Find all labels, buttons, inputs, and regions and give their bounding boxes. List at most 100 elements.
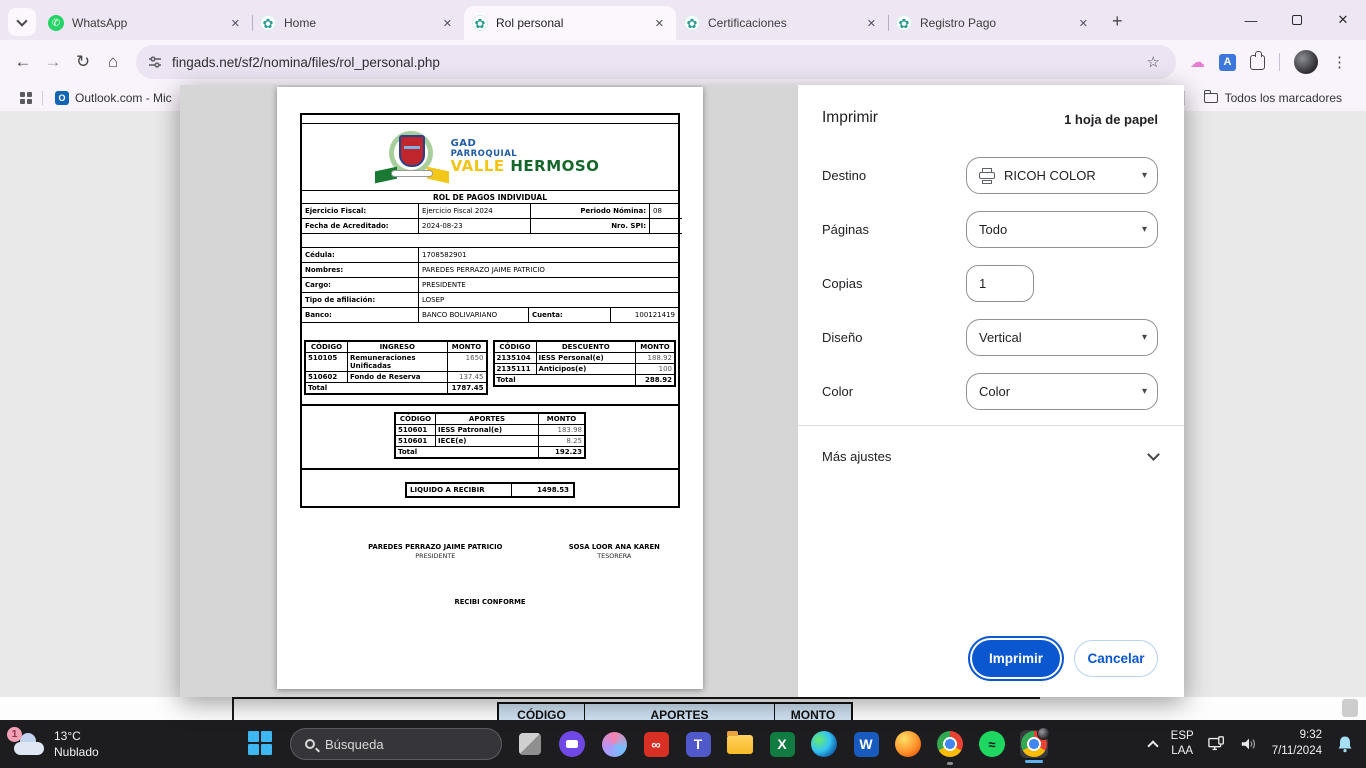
tab-strip: ✆ WhatsApp ✕ ✿ Home ✕ ✿ Rol personal ✕ ✿… (0, 0, 1366, 40)
excel-icon[interactable]: X (768, 730, 796, 758)
page-scrollbar[interactable] (1342, 699, 1358, 717)
taskbar-weather-widget[interactable]: 1 13°C Nublado (12, 728, 212, 760)
bookmark-star-icon[interactable]: ☆ (1143, 53, 1164, 71)
profile-avatar[interactable] (1294, 50, 1318, 74)
clock[interactable]: 9:32 7/11/2024 (1272, 728, 1322, 759)
tab-registro-pago[interactable]: ✿ Registro Pago ✕ (888, 6, 1100, 40)
tab-search-button[interactable] (8, 8, 36, 36)
column-header: APORTES (436, 414, 539, 424)
maximize-button[interactable] (1274, 0, 1320, 40)
table-row: 510601 IESS Patronal(e) 183.98 (396, 425, 584, 436)
total-row: Total 288.92 (495, 375, 675, 385)
notification-badge: 1 (7, 727, 22, 742)
value: BANCO BOLIVARIANO (419, 308, 529, 322)
value: 1498.53 (512, 484, 573, 496)
org-logo: GAD PARROQUIAL VALLE HERMOSO (302, 124, 678, 191)
column-header: CÓDIGO (495, 342, 537, 352)
dropdown-caret-icon: ▾ (1142, 170, 1147, 181)
column-header: CÓDIGO (396, 414, 436, 424)
chrome-active-icon[interactable] (1020, 730, 1048, 758)
close-icon[interactable]: ✕ (227, 15, 244, 32)
document-title: ROL DE PAGOS INDIVIDUAL (302, 191, 678, 204)
spotify-icon[interactable]: ≈ (978, 730, 1006, 758)
label: Cédula: (302, 248, 419, 262)
minimize-button[interactable]: — (1228, 0, 1274, 40)
extensions-icon[interactable] (1250, 55, 1265, 70)
notifications-bell-icon[interactable] (1336, 735, 1354, 753)
back-button[interactable]: ← (8, 52, 38, 72)
edge-icon[interactable] (810, 730, 838, 758)
firefox-icon[interactable] (894, 730, 922, 758)
column-header: MONTO (775, 704, 851, 720)
bookmark-outlook[interactable]: O Outlook.com - Mic (55, 91, 172, 105)
address-bar[interactable]: fingads.net/sf2/nomina/files/rol_persona… (136, 45, 1176, 79)
close-window-button[interactable]: ✕ (1320, 0, 1366, 40)
network-icon[interactable] (1208, 735, 1226, 753)
color-dropdown[interactable]: Color ▾ (966, 373, 1158, 410)
video-chat-icon[interactable] (558, 730, 586, 758)
tab-home[interactable]: ✿ Home ✕ (252, 6, 464, 40)
page-behind-strip: CÓDIGO APORTES MONTO (0, 697, 1366, 720)
settings-divider (798, 425, 1184, 426)
teams-icon[interactable]: T (684, 730, 712, 758)
print-preview-area: GAD PARROQUIAL VALLE HERMOSO ROL DE PAGO… (180, 85, 798, 697)
label: Periodo Nómina: (531, 204, 650, 219)
destination-dropdown[interactable]: RICOH COLOR ▾ (966, 157, 1158, 194)
label: Nro. SPI: (531, 219, 650, 234)
reload-button[interactable]: ↻ (68, 52, 98, 72)
file-explorer-icon[interactable] (726, 730, 754, 758)
layout-label: Diseño (822, 330, 966, 345)
employee-table: Cédula: 1708582901 Nombres: PAREDES PERR… (302, 247, 678, 323)
word-icon[interactable]: W (852, 730, 880, 758)
language-indicator[interactable]: ESP LAA (1171, 729, 1194, 759)
layout-dropdown[interactable]: Vertical ▾ (966, 319, 1158, 356)
copilot-icon[interactable] (600, 730, 628, 758)
print-button[interactable]: Imprimir (972, 640, 1060, 677)
taskbar-apps: ∞ T X W ≈ (516, 730, 1048, 758)
weather-extension-icon[interactable]: ☁ (1190, 53, 1205, 71)
apps-grid-icon[interactable] (20, 92, 32, 104)
payroll-document: GAD PARROQUIAL VALLE HERMOSO ROL DE PAGO… (300, 113, 680, 508)
copies-input[interactable] (966, 265, 1034, 302)
cancel-button[interactable]: Cancelar (1074, 640, 1158, 677)
extensions-area: ☁ A ⋮ (1190, 50, 1347, 74)
column-header: MONTO (539, 414, 584, 424)
taskbar-search[interactable]: Búsqueda (290, 728, 502, 760)
forward-button[interactable]: → (38, 52, 68, 72)
all-bookmarks-label: Todos los marcadores (1225, 91, 1342, 105)
all-bookmarks-button[interactable]: Todos los marcadores (1184, 91, 1366, 105)
more-settings-toggle[interactable]: Más ajustes (822, 449, 1158, 464)
column-header: MONTO (448, 342, 486, 352)
chrome-icon[interactable] (936, 730, 964, 758)
search-icon (305, 739, 315, 749)
home-button[interactable]: ⌂ (98, 52, 128, 72)
column-header: INGRESO (348, 342, 448, 352)
hidden-icons-chevron[interactable] (1147, 740, 1158, 751)
column-header: CÓDIGO (499, 704, 585, 720)
close-icon[interactable]: ✕ (439, 15, 456, 32)
maximize-icon (1292, 15, 1302, 25)
pages-dropdown[interactable]: Todo ▾ (966, 211, 1158, 248)
close-icon[interactable]: ✕ (651, 15, 668, 32)
desktops-icon[interactable] (516, 730, 544, 758)
acrobat-icon[interactable]: ∞ (642, 730, 670, 758)
search-placeholder: Búsqueda (325, 737, 384, 752)
label: Ejercicio Fiscal: (302, 204, 419, 219)
dialog-title: Imprimir (822, 109, 878, 127)
close-icon[interactable]: ✕ (1075, 15, 1092, 32)
tab-whatsapp[interactable]: ✆ WhatsApp ✕ (40, 6, 252, 40)
tab-certificaciones[interactable]: ✿ Certificaciones ✕ (676, 6, 888, 40)
org-name-line3a: VALLE (451, 157, 505, 175)
value (650, 219, 682, 234)
whatsapp-icon: ✆ (48, 15, 64, 31)
column-header: APORTES (585, 704, 775, 720)
volume-icon[interactable] (1240, 735, 1258, 753)
close-icon[interactable]: ✕ (863, 15, 880, 32)
value: 1708582901 (419, 248, 678, 262)
new-tab-button[interactable]: + (1100, 11, 1135, 40)
tab-rol-personal[interactable]: ✿ Rol personal ✕ (464, 6, 676, 40)
translate-icon[interactable]: A (1219, 54, 1236, 71)
browser-menu-icon[interactable]: ⋮ (1332, 53, 1347, 71)
label: Fecha de Acreditado: (302, 219, 419, 234)
start-button[interactable] (248, 731, 274, 757)
